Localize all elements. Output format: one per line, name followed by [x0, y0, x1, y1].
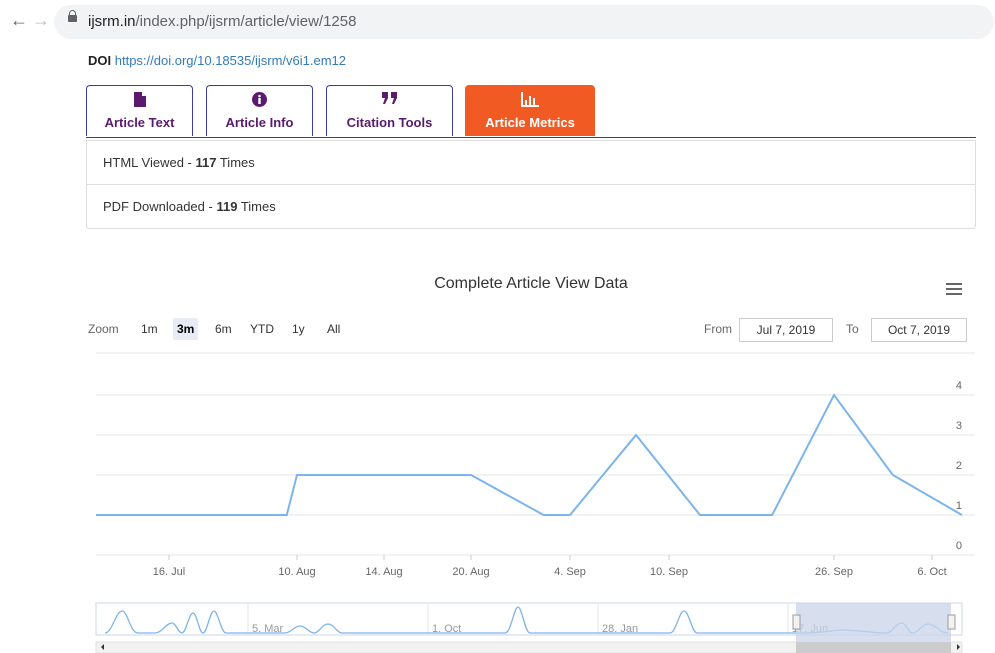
article-tabs: Article Text Article Info Citation Tools… [86, 85, 976, 138]
from-date-input[interactable]: Jul 7, 2019 [739, 318, 833, 342]
line-chart: 0 1 2 3 4 16. Jul 10. Aug 14. Aug 20. Aug 4. Sep 1… [95, 352, 975, 653]
zoom-label: Zoom [88, 322, 119, 336]
pdf-downloads-row: PDF Downloaded - 119 Times [87, 184, 975, 228]
chart-title: Complete Article View Data [434, 275, 628, 292]
x-tick-label: 6. Oct [917, 566, 946, 578]
tab-citation-tools[interactable]: Citation Tools [326, 85, 453, 136]
navigator-handle[interactable] [792, 614, 801, 630]
zoom-all-button[interactable]: All [323, 318, 344, 340]
y-tick-label: 1 [956, 500, 962, 512]
series-line [96, 393, 963, 516]
zoom-1m-button[interactable]: 1m [137, 318, 162, 340]
pdf-downloads-label: PDF Downloaded - [103, 199, 217, 214]
x-tick-label: 20. Aug [452, 566, 489, 578]
tab-label: Citation Tools [346, 115, 433, 130]
navigator-handle[interactable] [947, 614, 956, 630]
tab-label: Article Metrics [485, 115, 575, 130]
zoom-6m-button[interactable]: 6m [211, 318, 236, 340]
html-views-label: HTML Viewed - [103, 155, 196, 170]
forward-icon[interactable]: → [32, 10, 50, 31]
doi-label: DOI [88, 53, 112, 68]
y-tick-label: 0 [956, 540, 962, 552]
quote-icon [327, 92, 452, 109]
browser-toolbar: ← → ↻ ijsrm.in/index.php/ijsrm/article/v… [0, 0, 995, 44]
url-text: ijsrm.in/index.php/ijsrm/article/view/12… [88, 13, 357, 30]
tab-article-metrics[interactable]: Article Metrics [465, 85, 595, 136]
zoom-3m-button[interactable]: 3m [173, 318, 199, 340]
tab-article-text[interactable]: Article Text [86, 85, 193, 136]
html-views-suffix: Times [216, 155, 255, 170]
x-tick-label: 26. Sep [815, 566, 853, 578]
from-label: From [704, 322, 732, 336]
y-tick-label: 4 [956, 380, 962, 392]
lock-icon [68, 10, 77, 22]
zoom-ytd-button[interactable]: YTD [246, 318, 278, 340]
file-icon [87, 92, 192, 109]
tab-label: Article Text [104, 115, 175, 130]
metrics-panel: HTML Viewed - 117 Times PDF Downloaded -… [86, 140, 976, 229]
doi-line: DOI https://doi.org/10.18535/ijsrm/v6i1.… [88, 53, 346, 68]
x-tick-label: 16. Jul [153, 566, 185, 578]
x-tick-label: 4. Sep [554, 566, 586, 578]
back-icon[interactable]: ← [10, 10, 28, 31]
to-label: To [846, 322, 859, 336]
y-tick-label: 3 [956, 420, 962, 432]
tab-label: Article Info [225, 115, 294, 130]
bar-chart-icon [466, 92, 594, 109]
address-bar[interactable]: ijsrm.in/index.php/ijsrm/article/view/12… [54, 5, 994, 39]
zoom-1y-button[interactable]: 1y [288, 318, 309, 340]
chart-menu-icon[interactable] [946, 283, 962, 295]
html-views-row: HTML Viewed - 117 Times [87, 141, 975, 184]
y-tick-label: 2 [956, 460, 962, 472]
doi-link[interactable]: https://doi.org/10.18535/ijsrm/v6i1.em12 [115, 53, 346, 68]
html-views-count: 117 [195, 155, 217, 170]
x-tick-label: 10. Sep [650, 566, 688, 578]
info-icon [207, 92, 312, 109]
to-date-input[interactable]: Oct 7, 2019 [871, 318, 967, 342]
pdf-downloads-count: 119 [216, 199, 238, 214]
pdf-downloads-suffix: Times [237, 199, 276, 214]
x-tick-label: 14. Aug [365, 566, 402, 578]
x-tick-label: 10. Aug [278, 566, 315, 578]
scrollbar-thumb[interactable] [796, 642, 951, 653]
tab-article-info[interactable]: Article Info [206, 85, 313, 136]
